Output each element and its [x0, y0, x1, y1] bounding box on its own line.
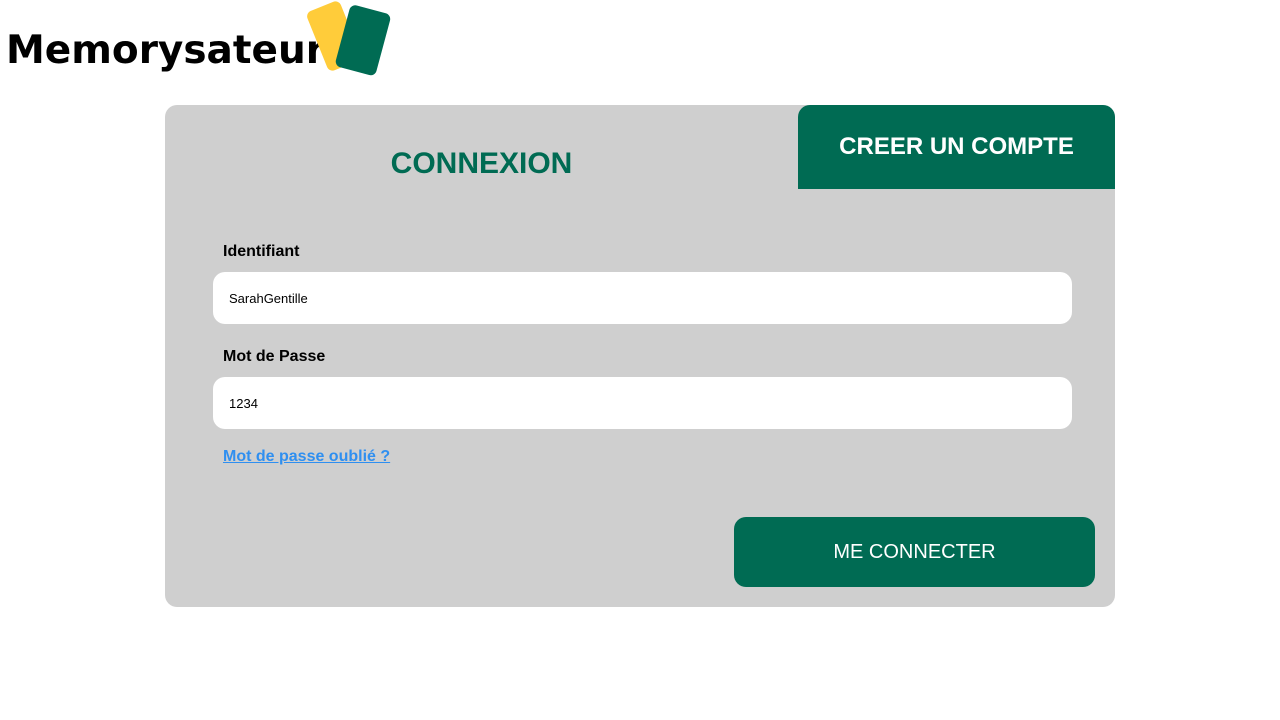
- username-label: Identifiant: [223, 243, 300, 260]
- username-input[interactable]: [213, 272, 1072, 324]
- header: Memorysateurs: [0, 0, 1280, 80]
- password-input[interactable]: [213, 377, 1072, 429]
- login-button[interactable]: ME CONNECTER: [734, 517, 1095, 587]
- tab-register[interactable]: CREER UN COMPTE: [798, 105, 1115, 189]
- tab-register-label: CREER UN COMPTE: [839, 133, 1074, 160]
- forgot-password-link[interactable]: Mot de passe oublié ?: [223, 448, 390, 466]
- tab-login-label: CONNEXION: [390, 147, 573, 180]
- tab-login[interactable]: CONNEXION: [165, 105, 798, 223]
- cards-logo-icon: [307, 1, 391, 76]
- brand-name: Memorysateurs: [6, 28, 349, 73]
- password-label: Mot de Passe: [223, 348, 326, 365]
